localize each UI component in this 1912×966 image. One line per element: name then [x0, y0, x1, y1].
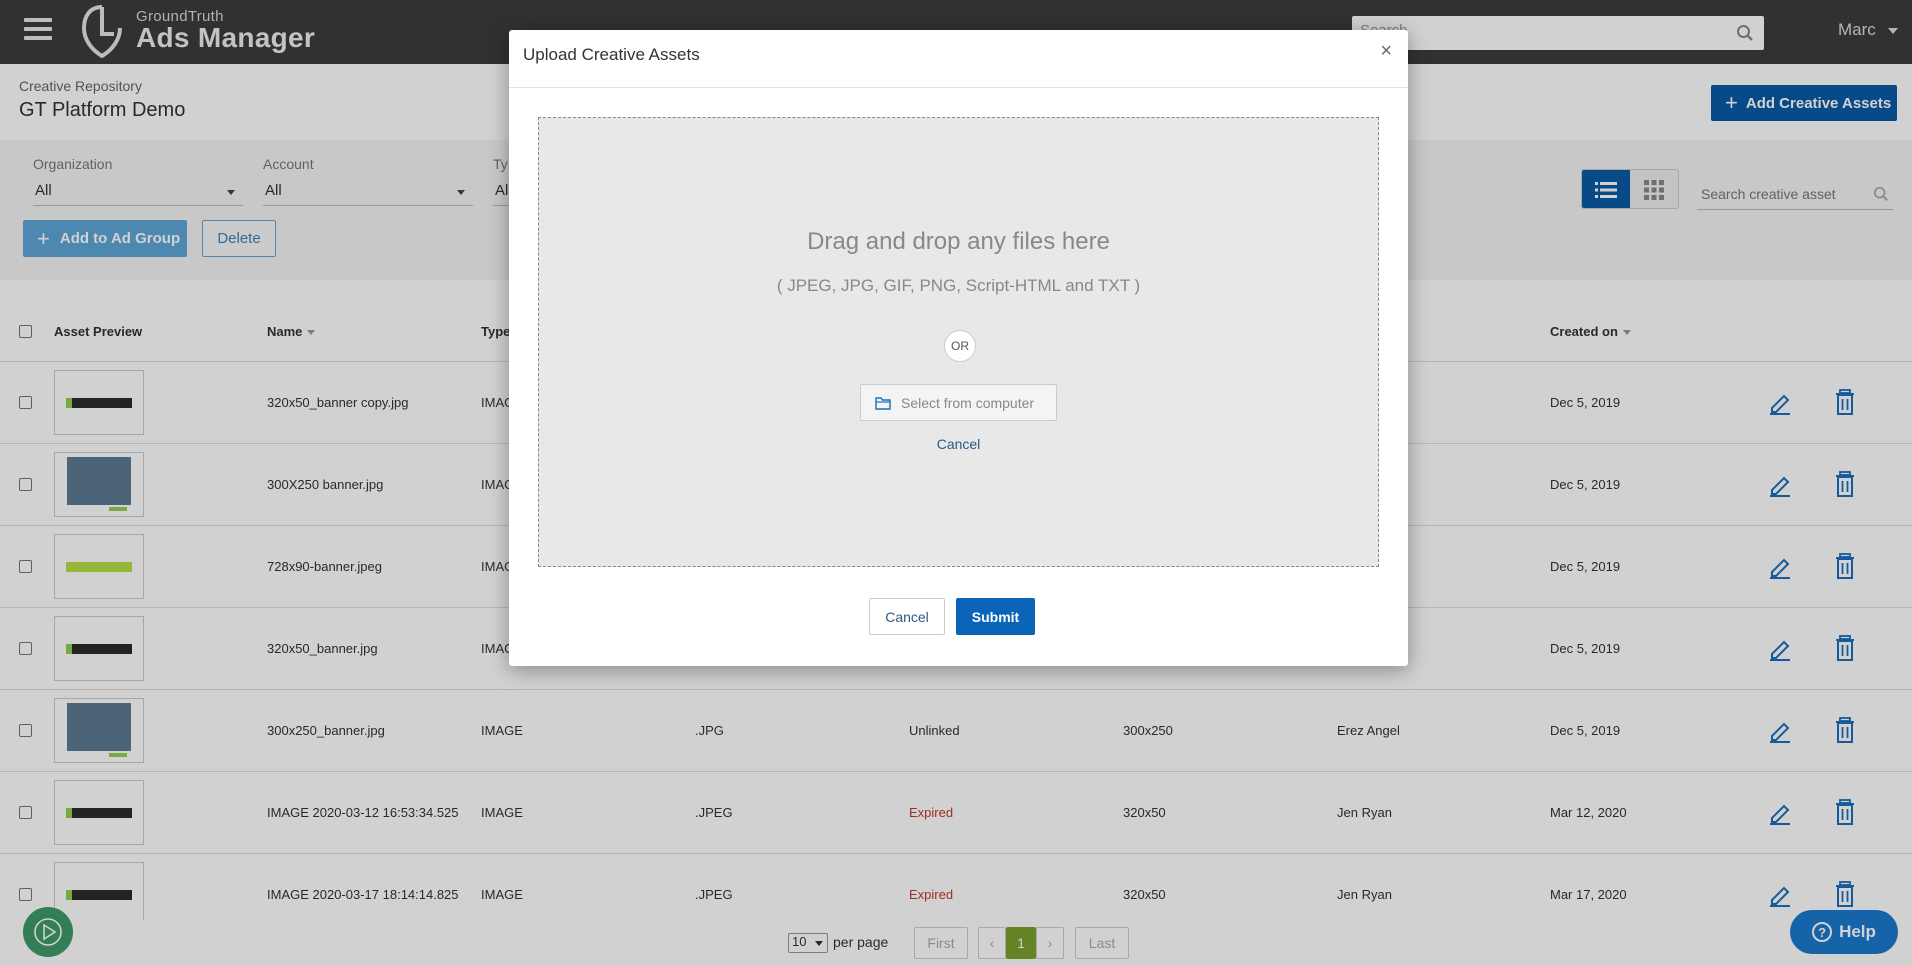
folder-icon: [875, 396, 891, 410]
file-dropzone[interactable]: Drag and drop any files here ( JPEG, JPG…: [538, 117, 1379, 567]
cancel-button[interactable]: Cancel: [869, 598, 945, 635]
or-divider: OR: [944, 330, 976, 362]
select-from-computer-button[interactable]: Select from computer: [860, 384, 1057, 421]
dropzone-file-types: ( JPEG, JPG, GIF, PNG, Script-HTML and T…: [776, 276, 1141, 295]
upload-creative-assets-dialog: Upload Creative Assets × Drag and drop a…: [509, 30, 1408, 666]
dialog-divider: [509, 87, 1408, 88]
dropzone-title: Drag and drop any files here: [807, 228, 1110, 255]
submit-button[interactable]: Submit: [956, 598, 1035, 635]
dialog-title: Upload Creative Assets: [523, 45, 700, 64]
dropzone-cancel-link[interactable]: Cancel: [539, 436, 1378, 452]
select-from-computer-label: Select from computer: [901, 394, 1035, 411]
close-icon[interactable]: ×: [1380, 40, 1392, 63]
